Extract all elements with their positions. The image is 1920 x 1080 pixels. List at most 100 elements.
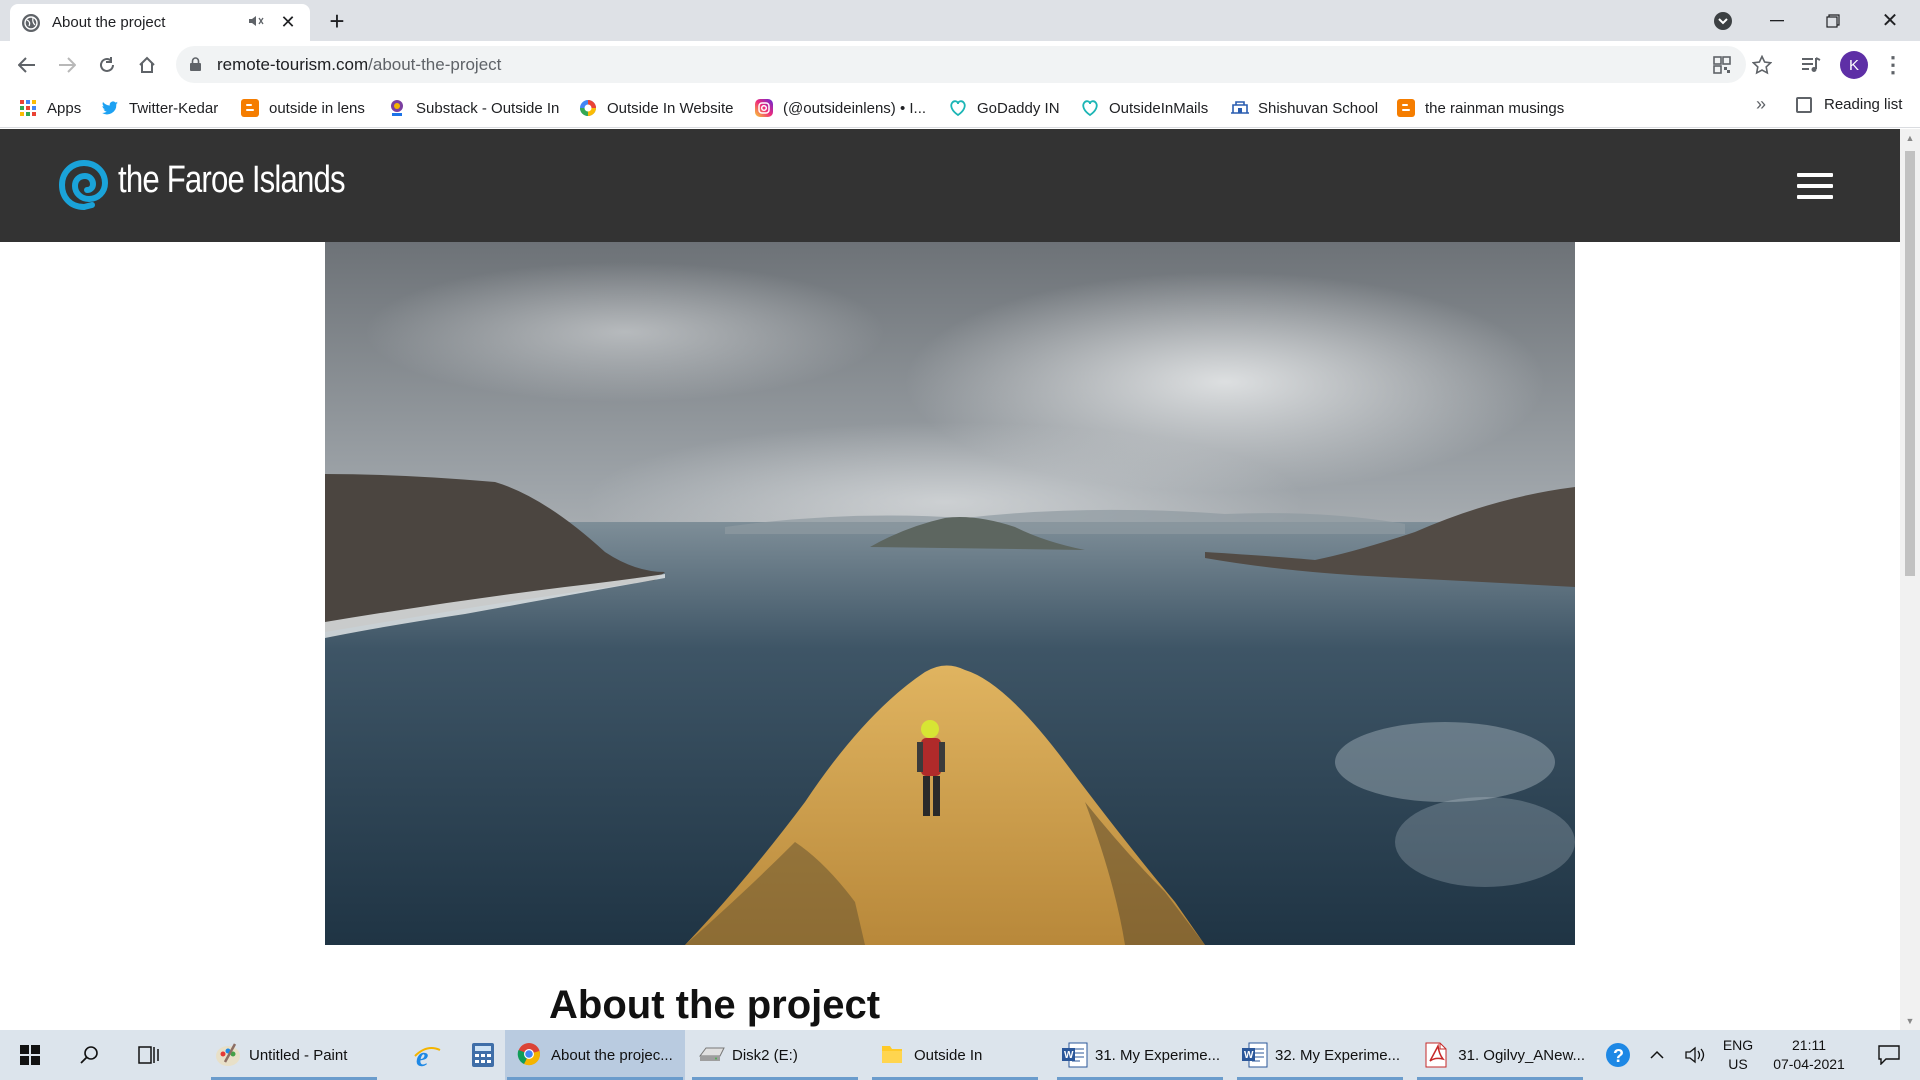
taskbar-item-doc-32[interactable]: W 32. My Experime... (1235, 1030, 1405, 1080)
site-header: the Faroe Islands (0, 129, 1900, 242)
site-logo-text[interactable]: the Faroe Islands (118, 159, 346, 202)
address-bar[interactable]: remote-tourism.com/about-the-project (176, 46, 1746, 83)
bookmark-outsideinmails[interactable]: OutsideInMails (1081, 96, 1208, 120)
bookmark-rainman-musings[interactable]: the rainman musings (1397, 96, 1564, 120)
taskbar-label: 31. My Experime... (1095, 1046, 1221, 1064)
svg-text:W: W (1064, 1050, 1074, 1061)
svg-text:?: ? (1613, 1046, 1624, 1066)
bookmark-label: (@outsideinlens) • I... (783, 99, 927, 117)
svg-text:W: W (1244, 1050, 1254, 1061)
bookmark-label: Outside In Website (607, 99, 734, 117)
bookmark-label: Twitter-Kedar (129, 99, 219, 117)
close-window-icon[interactable]: ✕ (1867, 0, 1913, 41)
bookmark-label: outside in lens (269, 99, 365, 117)
bookmark-star-icon[interactable] (1746, 49, 1778, 81)
drive-icon (698, 1042, 725, 1068)
notifications-icon[interactable] (1860, 1030, 1918, 1080)
search-icon[interactable] (60, 1030, 118, 1080)
windows-start-icon[interactable] (0, 1030, 60, 1080)
close-tab-icon[interactable]: ✕ (278, 12, 298, 33)
bookmark-label: GoDaddy IN (977, 99, 1060, 117)
blogger-icon (241, 99, 259, 117)
instagram-icon (755, 99, 773, 117)
taskbar-item-chrome[interactable]: About the projec... (505, 1030, 685, 1080)
bookmark-label: OutsideInMails (1109, 99, 1209, 117)
bookmark-substack[interactable]: Substack - Outside In (388, 96, 559, 120)
browser-toolbar: remote-tourism.com/about-the-project ⋮ (0, 41, 1920, 88)
scroll-down-icon[interactable]: ▼ (1904, 1016, 1916, 1026)
spiral-logo-icon[interactable] (58, 159, 110, 211)
bookmark-label: the rainman musings (1425, 99, 1565, 117)
reload-icon[interactable] (91, 49, 123, 81)
clock-time: 21:11 (1792, 1037, 1826, 1053)
taskbar-item-internet-explorer[interactable]: e (397, 1030, 455, 1080)
bookmark-instagram[interactable]: (@outsideinlens) • I... (755, 96, 926, 120)
lock-icon[interactable] (190, 57, 201, 71)
pdf-icon (1425, 1042, 1450, 1068)
bookmark-label: Shishuvan School (1258, 99, 1379, 117)
help-icon[interactable]: ? (1597, 1030, 1639, 1080)
speaker-icon[interactable] (248, 14, 264, 31)
bookmark-twitter-kedar[interactable]: Twitter-Kedar (101, 96, 218, 120)
profile-avatar[interactable]: K (1840, 51, 1868, 79)
bookmark-label: Substack - Outside In (416, 99, 560, 117)
tab-strip: About the project ✕ + ✕ (0, 0, 1920, 41)
substack-icon (388, 99, 406, 117)
media-control-icon[interactable] (1795, 49, 1827, 81)
bookmarks-bar: Apps Twitter-Kedar outside in lens Subst… (0, 88, 1920, 128)
taskbar-label: 31. Ogilvy_ANew... (1458, 1046, 1585, 1064)
menu-kebab-icon[interactable]: ⋮ (1877, 49, 1909, 81)
url-path: /about-the-project (368, 55, 502, 74)
taskbar-label: Untitled - Paint (249, 1046, 348, 1064)
clock-date: 07-04-2021 (1773, 1056, 1845, 1072)
folder-icon (880, 1042, 906, 1068)
calculator-icon (471, 1042, 497, 1068)
back-icon[interactable] (11, 49, 43, 81)
page-scrollbar[interactable]: ▲ ▼ (1900, 129, 1920, 1030)
scrollbar-thumb[interactable] (1905, 151, 1915, 576)
school-icon (1230, 99, 1249, 117)
language-indicator[interactable]: ENG US (1716, 1030, 1760, 1080)
show-hidden-icons-icon[interactable] (1643, 1030, 1671, 1080)
bookmark-shishuvan-school[interactable]: Shishuvan School (1230, 96, 1378, 120)
bookmark-godaddy[interactable]: GoDaddy IN (949, 96, 1060, 120)
taskbar-item-paint[interactable]: Untitled - Paint (209, 1030, 379, 1080)
tab-search-icon[interactable] (1700, 0, 1746, 41)
minimize-icon[interactable] (1754, 0, 1800, 41)
scroll-up-icon[interactable]: ▲ (1904, 133, 1916, 143)
taskbar-item-doc-31[interactable]: W 31. My Experime... (1055, 1030, 1225, 1080)
new-tab-button[interactable]: + (322, 6, 352, 36)
qr-code-icon[interactable] (1706, 49, 1738, 81)
blogger-icon (1397, 99, 1415, 117)
chrome-icon (517, 1042, 543, 1068)
tab-title: About the project (52, 14, 166, 31)
browser-tab[interactable]: About the project ✕ (10, 4, 310, 41)
clock[interactable]: 21:11 07-04-2021 (1764, 1030, 1854, 1080)
home-icon[interactable] (131, 49, 163, 81)
svg-text:e: e (416, 1042, 428, 1070)
reading-list-button[interactable]: Reading list (1796, 96, 1902, 113)
restore-icon[interactable] (1810, 0, 1856, 41)
forward-icon[interactable] (51, 49, 83, 81)
reading-list-icon (1796, 96, 1812, 113)
taskbar-item-outside-in-folder[interactable]: Outside In (870, 1030, 1040, 1080)
bookmark-outside-in-website[interactable]: Outside In Website (579, 96, 733, 120)
bookmark-outside-in-lens[interactable]: outside in lens (241, 96, 365, 120)
lang-bottom: US (1728, 1056, 1748, 1072)
hamburger-menu-icon[interactable] (1797, 173, 1833, 199)
apps-grid-icon (19, 99, 37, 117)
word-doc-icon: W (1061, 1042, 1088, 1068)
paint-icon (215, 1042, 241, 1068)
website-icon (579, 99, 597, 117)
taskbar-item-disk2[interactable]: Disk2 (E:) (690, 1030, 860, 1080)
taskbar-label: 32. My Experime... (1275, 1046, 1401, 1064)
task-view-icon[interactable] (120, 1030, 178, 1080)
bookmark-label: Apps (47, 99, 82, 117)
taskbar-item-pdf-ogilvy[interactable]: 31. Ogilvy_ANew... (1415, 1030, 1585, 1080)
taskbar-label: Disk2 (E:) (732, 1046, 798, 1064)
volume-icon[interactable] (1677, 1030, 1713, 1080)
taskbar-label: About the projec... (551, 1046, 673, 1064)
bookmark-apps[interactable]: Apps (19, 96, 81, 120)
bookmarks-overflow-icon[interactable]: » (1756, 94, 1766, 115)
hero-image (325, 242, 1575, 945)
